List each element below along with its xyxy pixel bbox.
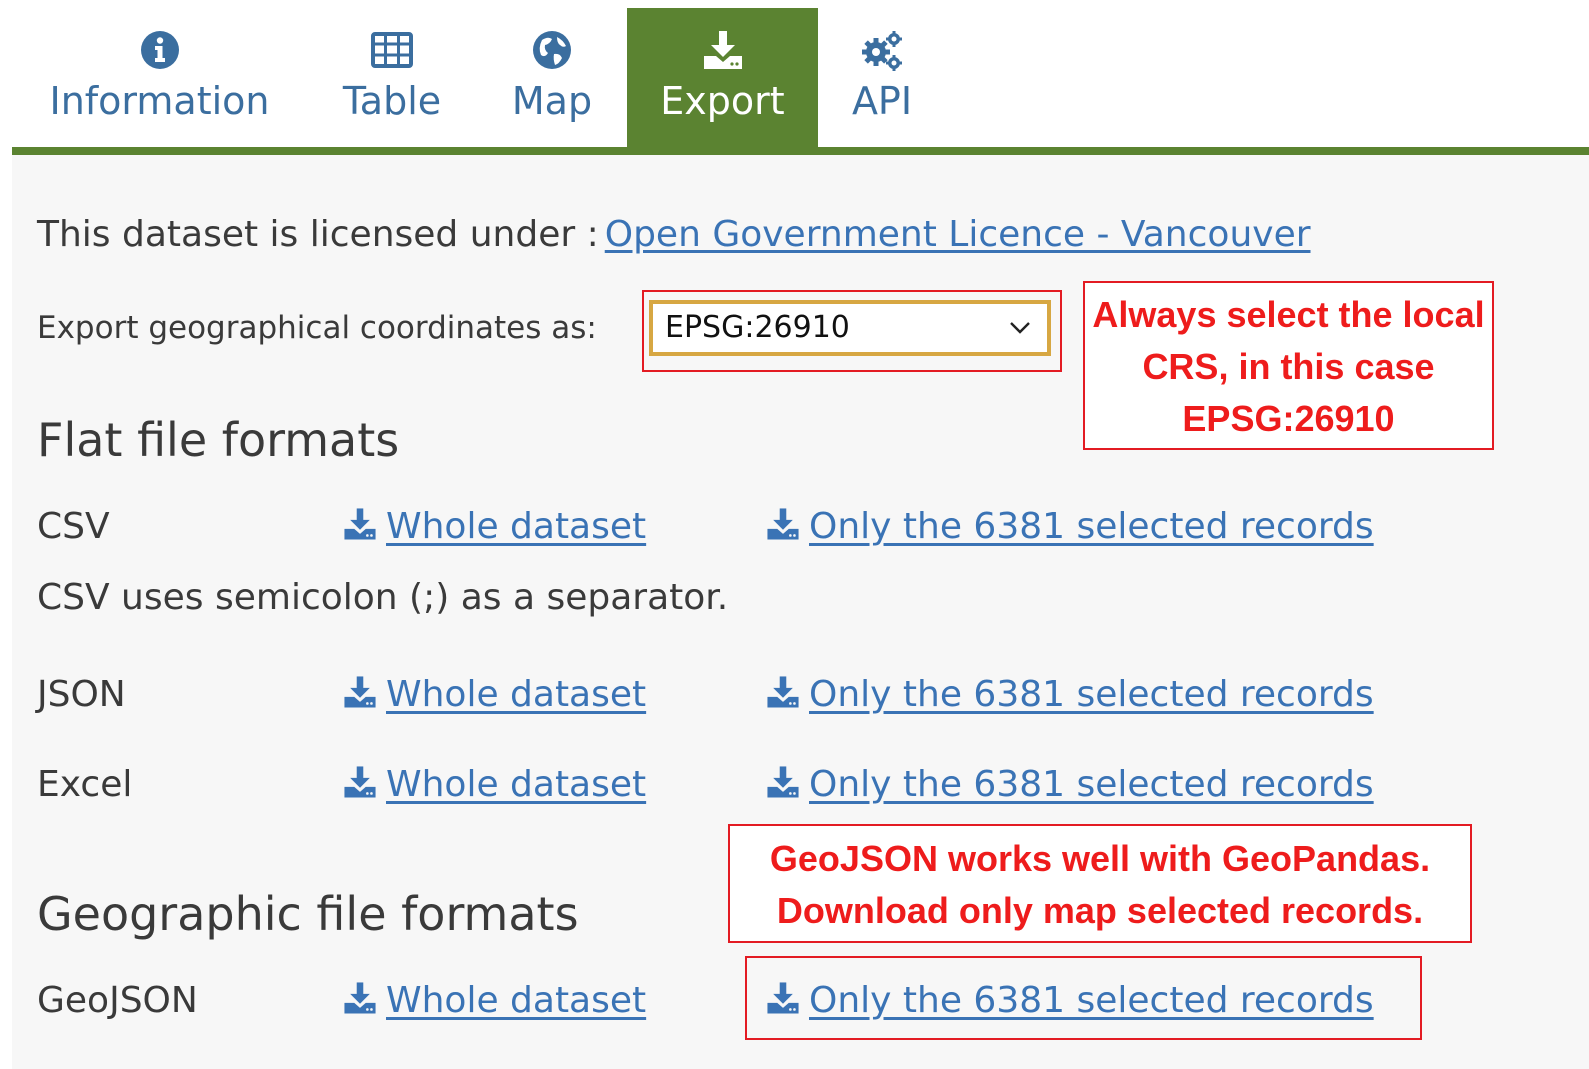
tab-label: Table xyxy=(342,79,442,123)
format-name-json: JSON xyxy=(37,674,126,715)
csv-whole-dataset-link[interactable]: Whole dataset xyxy=(342,502,646,552)
download-icon xyxy=(767,982,799,1014)
tab-label: Export xyxy=(660,79,785,123)
crs-select[interactable]: EPSG:26910 xyxy=(649,300,1051,356)
link-text: Whole dataset xyxy=(386,674,647,715)
format-name-csv: CSV xyxy=(37,506,110,547)
tab-api[interactable]: API xyxy=(827,8,937,148)
format-name-excel: Excel xyxy=(37,764,133,805)
license-prefix: This dataset is licensed under : xyxy=(37,214,599,255)
download-icon xyxy=(344,982,376,1014)
geojson-annotation: GeoJSON works well with GeoPandas. Downl… xyxy=(728,824,1472,943)
tab-bar: Information Table Map Export API xyxy=(12,0,1589,155)
tab-information[interactable]: Information xyxy=(22,8,297,148)
table-icon xyxy=(371,32,413,68)
crs-annotation-line: CRS, in this case xyxy=(1142,346,1435,387)
json-whole-dataset-link[interactable]: Whole dataset xyxy=(342,670,646,720)
download-icon xyxy=(703,31,742,69)
license-line: This dataset is licensed under : Open Gov… xyxy=(37,210,1311,260)
geographic-formats-heading: Geographic file formats xyxy=(37,887,579,941)
csv-selected-records-link[interactable]: Only the 6381 selected records xyxy=(765,502,1374,552)
format-name-geojson: GeoJSON xyxy=(37,980,198,1021)
link-text: Whole dataset xyxy=(386,764,647,805)
download-icon xyxy=(344,508,376,540)
link-text: Whole dataset xyxy=(386,506,647,547)
chevron-down-icon xyxy=(1010,322,1030,334)
crs-annotation-line: EPSG:26910 xyxy=(1182,398,1395,439)
link-text: Only the 6381 selected records xyxy=(809,506,1374,547)
tab-label: Map xyxy=(511,79,593,123)
geojson-annotation-line: Download only map selected records. xyxy=(776,890,1424,931)
crs-annotation: Always select the local CRS, in this cas… xyxy=(1083,281,1494,450)
download-icon xyxy=(344,676,376,708)
info-icon xyxy=(140,31,179,69)
json-selected-records-link[interactable]: Only the 6381 selected records xyxy=(765,670,1374,720)
link-text: Whole dataset xyxy=(386,980,647,1021)
globe-icon xyxy=(533,31,571,69)
link-text: Only the 6381 selected records xyxy=(809,764,1374,805)
tab-export[interactable]: Export xyxy=(627,8,818,148)
excel-selected-records-link[interactable]: Only the 6381 selected records xyxy=(765,760,1374,810)
geojson-selected-records-link[interactable]: Only the 6381 selected records xyxy=(765,976,1374,1026)
gears-icon xyxy=(862,31,902,71)
tab-underline xyxy=(12,147,1589,155)
download-icon xyxy=(767,508,799,540)
crs-select-value: EPSG:26910 xyxy=(665,310,850,345)
tab-table[interactable]: Table xyxy=(312,8,472,148)
excel-whole-dataset-link[interactable]: Whole dataset xyxy=(342,760,646,810)
coordinates-label: Export geographical coordinates as: xyxy=(37,310,597,346)
tab-map[interactable]: Map xyxy=(487,8,617,148)
license-link[interactable]: Open Government Licence - Vancouver xyxy=(605,214,1311,255)
download-icon xyxy=(767,766,799,798)
tab-label: API xyxy=(851,79,913,123)
crs-annotation-line: Always select the local xyxy=(1092,294,1485,335)
flat-formats-heading: Flat file formats xyxy=(37,413,400,467)
tab-label: Information xyxy=(49,79,270,123)
link-text: Only the 6381 selected records xyxy=(809,980,1374,1021)
download-icon xyxy=(767,676,799,708)
csv-separator-note: CSV uses semicolon (;) as a separator. xyxy=(37,577,729,618)
geojson-annotation-line: GeoJSON works well with GeoPandas. xyxy=(769,838,1431,879)
link-text: Only the 6381 selected records xyxy=(809,674,1374,715)
download-icon xyxy=(344,766,376,798)
geojson-whole-dataset-link[interactable]: Whole dataset xyxy=(342,976,646,1026)
